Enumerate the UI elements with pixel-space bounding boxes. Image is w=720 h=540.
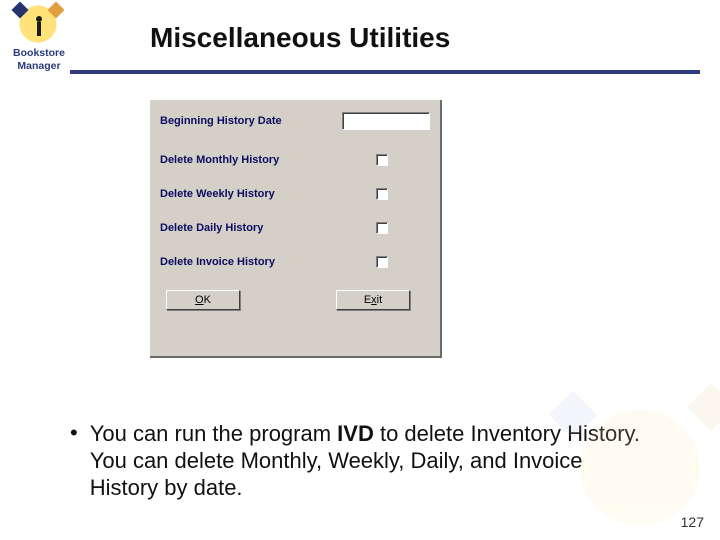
label-delete-invoice: Delete Invoice History [160, 256, 275, 268]
ok-button[interactable]: OK [166, 290, 240, 310]
checkbox-delete-daily[interactable] [376, 222, 388, 234]
logo: Bookstore Manager [8, 2, 70, 72]
ok-mnemonic: O [195, 294, 204, 306]
ok-rest: K [204, 294, 211, 306]
exit-button[interactable]: Exit [336, 290, 410, 310]
logo-text-line2: Manager [8, 61, 70, 72]
title-rule [70, 70, 700, 74]
label-beginning-date: Beginning History Date [160, 115, 282, 127]
checkbox-delete-weekly[interactable] [376, 188, 388, 200]
label-delete-daily: Delete Daily History [160, 222, 263, 234]
page-number: 127 [681, 514, 704, 530]
row-delete-daily: Delete Daily History [160, 222, 430, 234]
page-title: Miscellaneous Utilities [150, 22, 450, 54]
checkbox-delete-invoice[interactable] [376, 256, 388, 268]
bullet-dot-icon: • [70, 420, 78, 446]
row-delete-monthly: Delete Monthly History [160, 154, 430, 166]
label-delete-monthly: Delete Monthly History [160, 154, 279, 166]
exit-post: it [377, 294, 383, 306]
checkbox-delete-monthly[interactable] [376, 154, 388, 166]
slide: Bookstore Manager Miscellaneous Utilitie… [0, 0, 720, 540]
bullet-bold: IVD [337, 421, 374, 446]
logo-text-line1: Bookstore [8, 48, 70, 59]
bullet-pre: You can run the program [90, 421, 337, 446]
row-beginning-date: Beginning History Date [160, 112, 430, 130]
input-beginning-date[interactable] [342, 112, 430, 130]
row-delete-invoice: Delete Invoice History [160, 256, 430, 268]
ivd-dialog: Beginning History Date Delete Monthly Hi… [150, 100, 442, 358]
label-delete-weekly: Delete Weekly History [160, 188, 275, 200]
logo-icon [8, 2, 70, 46]
row-delete-weekly: Delete Weekly History [160, 188, 430, 200]
dialog-button-row: OK Exit [160, 290, 430, 310]
